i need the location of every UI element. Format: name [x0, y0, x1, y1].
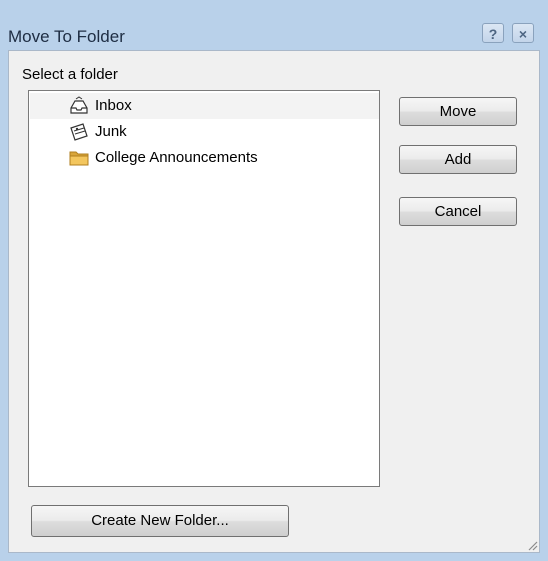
junk-icon [70, 123, 88, 141]
create-new-folder-button[interactable]: Create New Folder... [31, 505, 289, 537]
move-button[interactable]: Move [399, 97, 517, 126]
help-icon: ? [488, 26, 498, 42]
inbox-icon [70, 96, 88, 114]
resize-grip-icon[interactable] [526, 539, 538, 551]
folder-item-junk[interactable]: Junk [30, 119, 379, 145]
folder-list[interactable]: Inbox Junk College Announcements [28, 90, 380, 487]
folder-item-inbox[interactable]: Inbox [30, 93, 379, 119]
window-title: Move To Folder [8, 27, 125, 46]
close-button[interactable]: × [512, 23, 534, 43]
select-folder-label: Select a folder [22, 66, 118, 83]
title-bar[interactable]: Move To Folder ? × [0, 0, 548, 50]
help-button[interactable]: ? [482, 23, 504, 43]
close-icon: × [518, 26, 528, 42]
folder-item-college-announcements[interactable]: College Announcements [30, 145, 379, 171]
folder-label-college-announcements: College Announcements [95, 149, 258, 166]
move-to-folder-dialog: Move To Folder ? × Select a folder Inbox [0, 0, 548, 561]
add-button[interactable]: Add [399, 145, 517, 174]
folder-label-inbox: Inbox [95, 97, 132, 114]
folder-label-junk: Junk [95, 123, 127, 140]
folder-icon [69, 151, 89, 166]
cancel-button[interactable]: Cancel [399, 197, 517, 226]
